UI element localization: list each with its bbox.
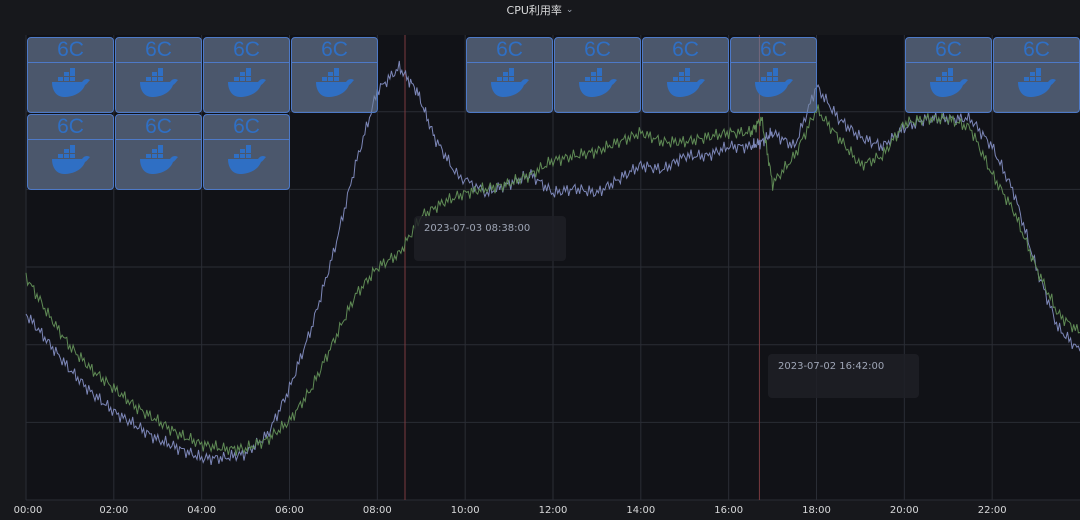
container-tile: 6C: [27, 37, 114, 113]
container-tile: 6C: [554, 37, 641, 113]
x-tick-label: 08:00: [362, 505, 392, 516]
tooltip-1-text: 2023-07-03 08:38:00: [424, 223, 531, 234]
container-label: 6C: [145, 115, 172, 138]
x-tick-label: 10:00: [450, 505, 480, 516]
tooltip-2: 2023-07-02 16:42:00: [768, 354, 919, 398]
x-tick-label: 14:00: [626, 505, 656, 516]
x-tick-label: 22:00: [977, 505, 1007, 516]
tile-divider: [555, 62, 640, 63]
container-tile: 6C: [730, 37, 817, 113]
tile-divider: [204, 139, 289, 140]
container-label: 6C: [760, 38, 787, 61]
tile-divider: [28, 139, 113, 140]
container-tile: 6C: [115, 114, 202, 190]
container-label: 6C: [57, 38, 84, 61]
tooltip-2-text: 2023-07-02 16:42:00: [778, 361, 885, 372]
tile-divider: [116, 62, 201, 63]
container-label: 6C: [584, 38, 611, 61]
tile-divider: [28, 62, 113, 63]
tile-divider: [731, 62, 816, 63]
container-tile: 6C: [203, 37, 290, 113]
container-label: 6C: [935, 38, 962, 61]
container-tile: 6C: [466, 37, 553, 113]
container-label: 6C: [496, 38, 523, 61]
container-label: 6C: [1023, 38, 1050, 61]
tile-divider: [116, 139, 201, 140]
x-tick-label: 06:00: [275, 505, 304, 516]
x-tick-label: 20:00: [889, 505, 919, 516]
x-tick-label: 12:00: [538, 505, 568, 516]
container-tile: 6C: [115, 37, 202, 113]
x-tick-label: 18:00: [802, 505, 831, 516]
tooltip-1: 2023-07-03 08:38:00: [414, 216, 566, 261]
container-label: 6C: [233, 38, 260, 61]
tile-divider: [292, 62, 377, 63]
container-tile: 6C: [291, 37, 378, 113]
container-tile: 6C: [203, 114, 290, 190]
container-tile: 6C: [27, 114, 114, 190]
tile-divider: [643, 62, 728, 63]
tile-divider: [467, 62, 552, 63]
container-label: 6C: [321, 38, 348, 61]
container-label: 6C: [233, 115, 260, 138]
x-tick-label: 16:00: [714, 505, 744, 516]
x-tick-label: 00:00: [13, 505, 43, 516]
tile-divider: [906, 62, 991, 63]
container-tile: 6C: [993, 37, 1080, 113]
tile-divider: [204, 62, 289, 63]
container-label: 6C: [57, 115, 84, 138]
container-tile: 6C: [642, 37, 729, 113]
container-tile: 6C: [905, 37, 992, 113]
x-tick-label: 04:00: [187, 505, 217, 516]
tile-divider: [994, 62, 1079, 63]
container-label: 6C: [145, 38, 172, 61]
x-tick-label: 02:00: [99, 505, 129, 516]
container-label: 6C: [672, 38, 699, 61]
